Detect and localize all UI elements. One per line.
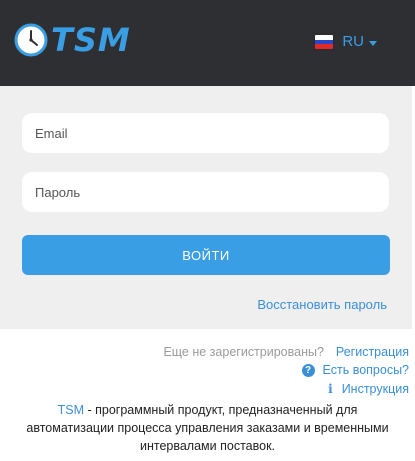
caret-down-icon (369, 40, 377, 46)
restore-password-link[interactable]: Восстановить пароль (257, 297, 387, 313)
top-header: TSM RU (0, 0, 415, 86)
not-registered-text: Еще не зарегистрированы? (163, 345, 324, 359)
questions-link[interactable]: Есть вопросы? (323, 362, 409, 378)
info-icon: i (328, 382, 333, 396)
language-selector[interactable]: RU (315, 33, 377, 51)
description-brand: TSM (57, 403, 84, 417)
instruction-line: i Инструкция (328, 381, 409, 397)
russian-flag-icon (315, 35, 334, 49)
register-link[interactable]: Регистрация (336, 344, 409, 360)
login-form: ВОЙТИ Восстановить пароль (0, 86, 412, 329)
logo-text: TSM (51, 21, 131, 59)
questions-line: ? Есть вопросы? (301, 362, 409, 378)
product-description: TSM - программный продукт, предназначенн… (14, 401, 401, 455)
language-code: RU (342, 33, 364, 50)
password-field[interactable] (22, 172, 389, 212)
instruction-link[interactable]: Инструкция (342, 381, 409, 397)
register-line: Еще не зарегистрированы? Регистрация (163, 344, 409, 360)
question-circle-icon: ? (301, 363, 315, 377)
clock-icon (14, 23, 48, 57)
logo[interactable]: TSM (14, 20, 134, 60)
email-field[interactable] (22, 113, 389, 153)
login-page: TSM RU ВОЙТИ Восстановить пароль Еще не … (0, 0, 415, 461)
login-button[interactable]: ВОЙТИ (22, 235, 390, 275)
